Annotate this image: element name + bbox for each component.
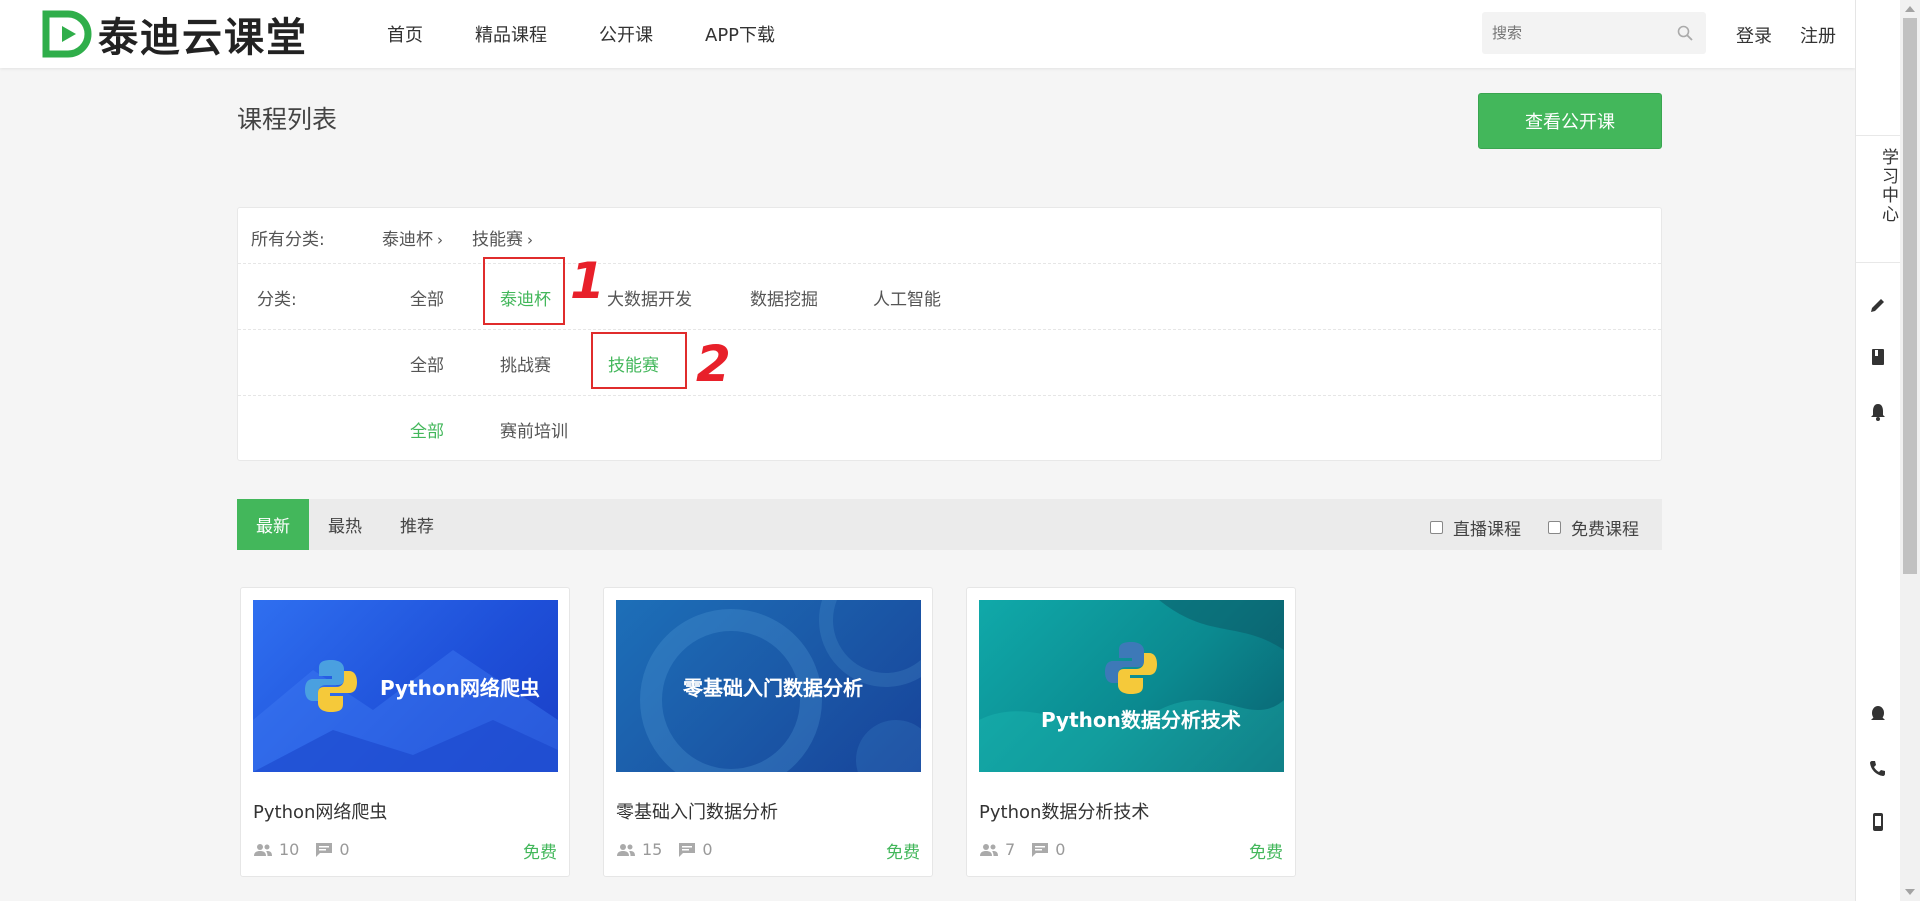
pencil-icon[interactable] — [1868, 295, 1888, 315]
comment-count: 0 — [339, 840, 350, 859]
phone-icon[interactable] — [1868, 758, 1888, 778]
thumbnail-title: Python网络爬虫 — [380, 676, 540, 700]
nav-home[interactable]: 首页 — [387, 21, 423, 47]
page-title: 课程列表 — [237, 105, 338, 134]
mobile-icon[interactable] — [1868, 812, 1888, 832]
comment-icon — [679, 842, 696, 857]
filter-challenge[interactable]: 挑战赛 — [500, 351, 551, 376]
annotation-number-1: 1 — [570, 252, 605, 310]
users-icon — [980, 843, 998, 856]
users-icon — [617, 843, 635, 856]
student-count: 10 — [279, 840, 300, 859]
main-nav: 首页 精品课程 公开课 APP下载 — [387, 0, 827, 68]
logo-text: 泰迪云课堂 — [98, 15, 308, 61]
filter-breadcrumb-row: 所有分类: 泰迪杯 › 技能赛 › — [238, 208, 1661, 264]
study-center-link[interactable]: 学习中心 — [1856, 148, 1901, 224]
comment-icon — [316, 842, 333, 857]
category-filter-panel: 所有分类: 泰迪杯 › 技能赛 › 分类: 全部 泰迪杯 大数据开发 数据挖掘 人工… — [237, 207, 1662, 461]
chevron-right-icon: › — [437, 231, 443, 249]
breadcrumb-label: 技能赛 — [472, 230, 523, 250]
nav-premium-courses[interactable]: 精品课程 — [475, 21, 547, 47]
book-icon[interactable] — [1868, 347, 1888, 367]
python-logo-icon — [1105, 642, 1157, 694]
filter-row-1: 分类: 全部 泰迪杯 大数据开发 数据挖掘 人工智能 — [238, 264, 1661, 330]
chevron-right-icon: › — [527, 231, 533, 249]
checkbox-label: 直播课程 — [1453, 520, 1521, 540]
search-icon[interactable] — [1676, 24, 1694, 42]
filter-all[interactable]: 全部 — [410, 285, 444, 310]
course-title[interactable]: Python数据分析技术 — [979, 798, 1149, 824]
sort-tab-hottest[interactable]: 最热 — [309, 499, 381, 550]
category-label: 分类: — [257, 290, 297, 310]
users-icon — [254, 843, 272, 856]
scroll-thumb[interactable] — [1903, 18, 1917, 574]
filter-pre-training[interactable]: 赛前培训 — [500, 417, 568, 442]
checkbox-box[interactable] — [1430, 521, 1443, 534]
search-box — [1482, 12, 1706, 54]
sort-tab-recommended[interactable]: 推荐 — [381, 499, 453, 550]
filter-ai[interactable]: 人工智能 — [873, 285, 941, 310]
nav-app-download[interactable]: APP下载 — [705, 21, 775, 47]
course-meta: 15 0 — [616, 840, 713, 859]
checkbox-label: 免费课程 — [1571, 520, 1639, 540]
sort-tab-latest[interactable]: 最新 — [237, 499, 309, 550]
course-card[interactable]: 零基础入门数据分析 零基础入门数据分析 15 0 免费 — [603, 587, 933, 877]
student-count: 7 — [1005, 840, 1016, 859]
filter-row-2: 全部 挑战赛 技能赛 — [238, 330, 1661, 396]
annotation-box-2 — [591, 332, 687, 389]
annotation-number-2: 2 — [696, 335, 731, 393]
live-course-checkbox[interactable]: 直播课程 — [1430, 515, 1521, 540]
thumbnail-title: Python数据分析技术 — [1041, 708, 1241, 732]
filter-data-mining[interactable]: 数据挖掘 — [750, 285, 818, 310]
page-scrollbar[interactable] — [1900, 0, 1920, 901]
checkbox-box[interactable] — [1548, 521, 1561, 534]
student-count: 15 — [642, 840, 663, 859]
breadcrumb-skill-contest[interactable]: 技能赛 › — [472, 225, 533, 250]
filter-all[interactable]: 全部 — [410, 351, 444, 376]
comment-icon — [1032, 842, 1049, 857]
logo-icon — [42, 10, 92, 58]
course-card[interactable]: Python网络爬虫 Python网络爬虫 10 0 免费 — [240, 587, 570, 877]
annotation-box-1 — [483, 257, 565, 325]
breadcrumb-label: 泰迪杯 — [382, 230, 433, 250]
register-link[interactable]: 注册 — [1800, 22, 1836, 48]
search-input[interactable] — [1482, 12, 1662, 54]
python-logo-icon — [305, 660, 357, 712]
right-toolbar: 学习中心 — [1855, 0, 1901, 901]
free-course-checkbox[interactable]: 免费课程 — [1548, 515, 1639, 540]
divider — [1856, 135, 1901, 136]
login-link[interactable]: 登录 — [1736, 22, 1772, 48]
course-thumbnail[interactable]: 零基础入门数据分析 — [616, 600, 921, 772]
filter-row-3: 全部 赛前培训 — [238, 396, 1661, 462]
view-open-courses-button[interactable]: 查看公开课 — [1478, 93, 1662, 149]
course-thumbnail[interactable]: Python数据分析技术 — [979, 600, 1284, 772]
sort-bar: 最新 最热 推荐 直播课程 免费课程 — [237, 499, 1662, 550]
course-title[interactable]: 零基础入门数据分析 — [616, 798, 778, 824]
course-card[interactable]: Python数据分析技术 Python数据分析技术 7 0 免费 — [966, 587, 1296, 877]
divider — [1856, 262, 1901, 263]
course-price: 免费 — [886, 843, 920, 863]
scroll-up-arrow-icon[interactable] — [1905, 6, 1915, 12]
course-meta: 7 0 — [979, 840, 1065, 859]
course-thumbnail[interactable]: Python网络爬虫 — [253, 600, 558, 772]
site-logo[interactable]: 泰迪云课堂 — [42, 10, 308, 61]
nav-open-courses[interactable]: 公开课 — [599, 21, 653, 47]
course-price: 免费 — [1249, 843, 1283, 863]
breadcrumb-taidibei[interactable]: 泰迪杯 › — [382, 225, 443, 250]
filter-big-data-dev[interactable]: 大数据开发 — [607, 285, 692, 310]
top-header: 泰迪云课堂 首页 精品课程 公开课 APP下载 登录 注册 — [0, 0, 1855, 68]
course-title[interactable]: Python网络爬虫 — [253, 798, 387, 824]
course-meta: 10 0 — [253, 840, 350, 859]
scroll-down-arrow-icon[interactable] — [1905, 889, 1915, 895]
qq-icon[interactable] — [1868, 704, 1888, 724]
bell-icon[interactable] — [1868, 402, 1888, 422]
course-price: 免费 — [523, 843, 557, 863]
comment-count: 0 — [702, 840, 713, 859]
thumbnail-title: 零基础入门数据分析 — [683, 676, 863, 700]
all-categories-label: 所有分类: — [251, 230, 325, 250]
comment-count: 0 — [1055, 840, 1066, 859]
filter-all[interactable]: 全部 — [410, 417, 444, 442]
